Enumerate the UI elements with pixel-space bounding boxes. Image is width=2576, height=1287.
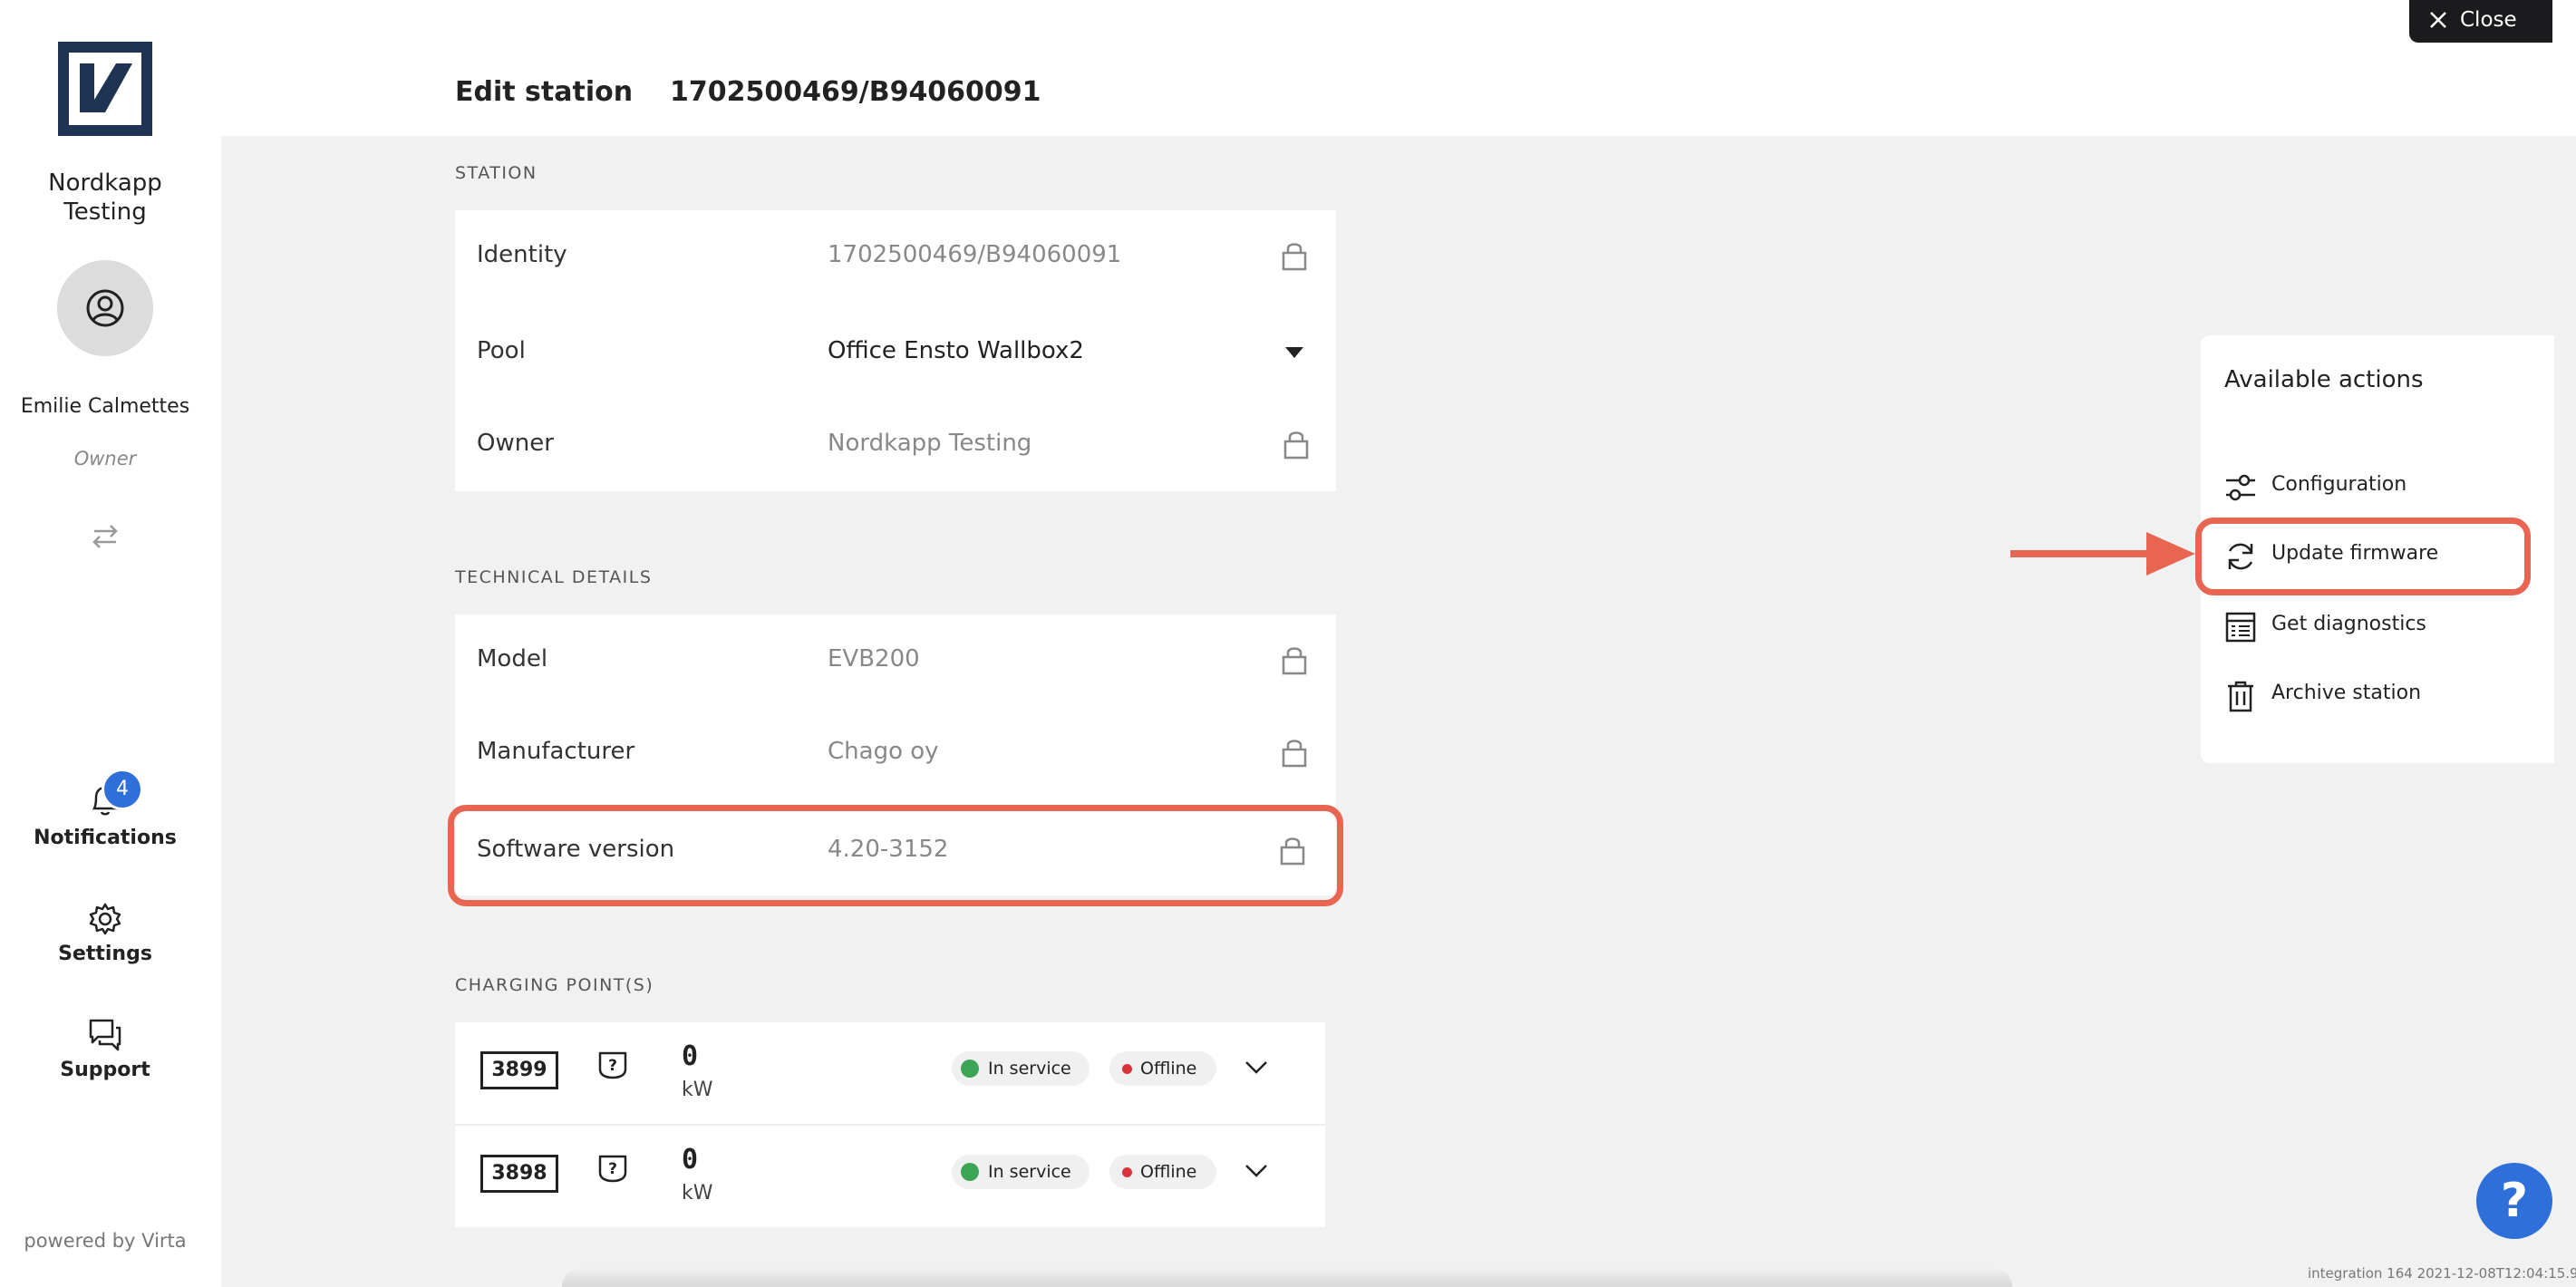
connector-unknown-icon: ? xyxy=(598,1051,627,1079)
support-label: Support xyxy=(60,1059,150,1081)
charging-point-row[interactable]: 3899 ? 0 kW In service Offline xyxy=(455,1022,1325,1124)
in-service-badge: In service xyxy=(952,1155,1089,1189)
chat-icon xyxy=(89,1019,121,1051)
powered-by: powered by Virta xyxy=(24,1230,187,1252)
arrow-right-icon xyxy=(2010,532,2195,576)
charging-point-id: 3899 xyxy=(480,1051,558,1089)
user-role: Owner xyxy=(73,448,137,469)
actions-title: Available actions xyxy=(2224,366,2424,393)
charging-power: 0 xyxy=(682,1144,699,1176)
lock-icon xyxy=(1282,647,1307,675)
version-footer: integration 164 2021-12-08T12:04:15.9 xyxy=(2308,1265,2576,1282)
pool-select[interactable]: Office Ensto Wallbox2 xyxy=(828,337,1084,364)
bottom-shadow xyxy=(562,1267,2012,1287)
svg-text:?: ? xyxy=(608,1160,617,1178)
identity-label: Identity xyxy=(477,241,567,268)
charging-power-unit: kW xyxy=(682,1079,713,1101)
status-label: In service xyxy=(988,1059,1071,1079)
close-icon xyxy=(2430,12,2446,28)
sidebar: Nordkapp Testing Emilie Calmettes Owner … xyxy=(0,0,221,1287)
manufacturer-label: Manufacturer xyxy=(477,738,635,765)
charging-points-card: 3899 ? 0 kW In service Offline 3898 ? 0 … xyxy=(455,1022,1325,1227)
diagnostics-icon xyxy=(2225,612,2256,643)
offline-badge: Offline xyxy=(1109,1051,1216,1086)
gear-icon xyxy=(89,903,121,935)
connection-label: Offline xyxy=(1140,1162,1197,1182)
software-version-highlight xyxy=(448,805,1343,906)
page-header xyxy=(221,0,2576,136)
dropdown-caret-icon[interactable] xyxy=(1284,346,1304,359)
offline-dot-icon xyxy=(1122,1064,1132,1074)
close-label: Close xyxy=(2460,8,2517,32)
connector-unknown-icon: ? xyxy=(598,1155,627,1183)
charging-point-id: 3898 xyxy=(480,1155,558,1193)
charging-power: 0 xyxy=(682,1040,699,1072)
page-title: Edit station xyxy=(455,76,634,108)
notifications-badge: 4 xyxy=(102,769,143,810)
sliders-icon xyxy=(2226,474,2255,501)
technical-section-label: TECHNICAL DETAILS xyxy=(455,567,653,587)
org-name-line1: Nordkapp xyxy=(48,169,162,197)
chevron-down-icon[interactable] xyxy=(1244,1162,1269,1180)
status-label: In service xyxy=(988,1162,1071,1182)
pool-row[interactable]: Pool Office Ensto Wallbox2 xyxy=(455,301,1336,399)
avatar[interactable] xyxy=(57,260,153,356)
station-id-title: 1702500469/B94060091 xyxy=(670,76,1041,108)
notifications-label: Notifications xyxy=(34,827,177,849)
chevron-down-icon[interactable] xyxy=(1244,1059,1269,1077)
station-card: Identity 1702500469/B94060091 Pool Offic… xyxy=(455,210,1336,491)
manufacturer-value: Chago oy xyxy=(828,738,939,765)
swap-icon[interactable] xyxy=(87,518,123,555)
lock-icon xyxy=(1283,431,1309,460)
get-diagnostics-label: Get diagnostics xyxy=(2271,613,2426,635)
virta-logo-icon[interactable] xyxy=(58,42,152,136)
in-service-badge: In service xyxy=(952,1051,1089,1086)
connection-label: Offline xyxy=(1140,1059,1197,1079)
check-circle-icon xyxy=(961,1163,979,1181)
charging-section-label: CHARGING POINT(S) xyxy=(455,975,654,995)
identity-value: 1702500469/B94060091 xyxy=(828,241,1122,268)
model-label: Model xyxy=(477,645,548,673)
trash-icon xyxy=(2228,681,2253,712)
settings-label: Settings xyxy=(58,943,152,965)
owner-label: Owner xyxy=(477,430,554,457)
org-name-line2: Testing xyxy=(63,198,147,226)
station-section-label: STATION xyxy=(455,163,537,183)
check-circle-icon xyxy=(961,1060,979,1078)
pool-label: Pool xyxy=(477,337,526,364)
offline-dot-icon xyxy=(1122,1167,1132,1177)
close-button[interactable]: Close xyxy=(2409,0,2552,43)
model-value: EVB200 xyxy=(828,645,920,673)
identity-row: Identity 1702500469/B94060091 xyxy=(455,210,1336,301)
model-row: Model EVB200 xyxy=(455,614,1336,705)
charging-point-row[interactable]: 3898 ? 0 kW In service Offline xyxy=(455,1126,1325,1227)
support-nav[interactable]: Support xyxy=(0,1017,210,1081)
manufacturer-row: Manufacturer Chago oy xyxy=(455,705,1336,799)
lock-icon xyxy=(1282,740,1307,768)
lock-icon xyxy=(1282,243,1307,271)
owner-value: Nordkapp Testing xyxy=(828,430,1032,457)
help-button[interactable]: ? xyxy=(2476,1163,2552,1239)
charging-power-unit: kW xyxy=(682,1182,713,1205)
update-firmware-highlight xyxy=(2195,518,2531,595)
user-name: Emilie Calmettes xyxy=(20,395,190,418)
settings-nav[interactable]: Settings xyxy=(0,901,210,965)
configuration-label: Configuration xyxy=(2271,473,2407,496)
owner-row: Owner Nordkapp Testing xyxy=(455,399,1336,491)
offline-badge: Offline xyxy=(1109,1155,1216,1189)
archive-station-label: Archive station xyxy=(2271,682,2422,704)
svg-text:?: ? xyxy=(608,1057,617,1075)
user-circle-icon xyxy=(86,289,124,327)
